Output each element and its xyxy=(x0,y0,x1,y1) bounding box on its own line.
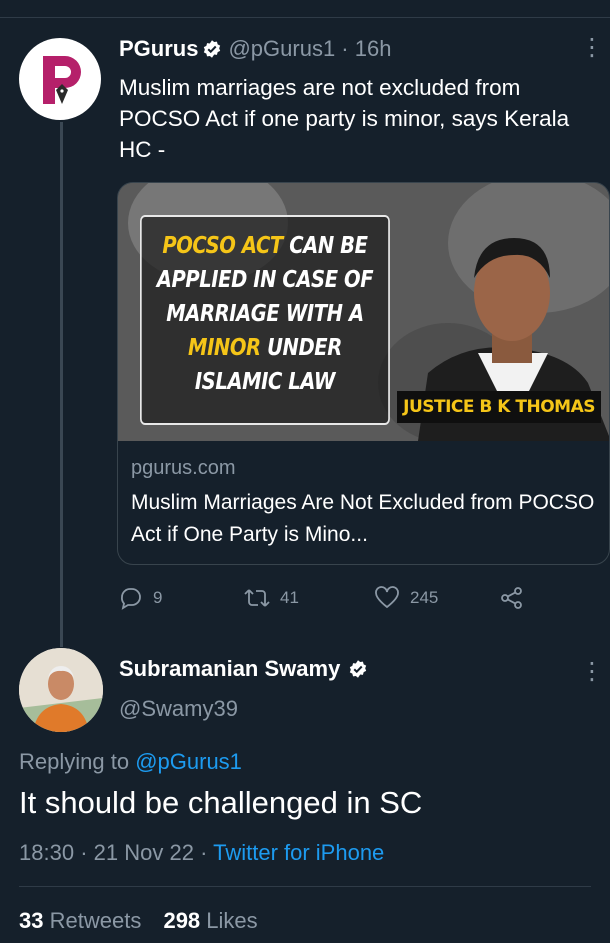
replying-prefix: Replying to xyxy=(19,749,130,774)
profile-photo xyxy=(19,648,103,732)
card-headline-box: POCSO ACT CAN BE APPLIED IN CASE OF MARR… xyxy=(140,215,390,425)
card-image: POCSO ACT CAN BE APPLIED IN CASE OF MARR… xyxy=(118,183,609,441)
pgurus-avatar[interactable] xyxy=(19,38,101,120)
share-icon xyxy=(501,587,522,609)
reply-button[interactable]: 9 xyxy=(119,586,162,610)
likes-stat[interactable]: 298 Likes xyxy=(163,908,257,933)
tweet2-source[interactable]: Twitter for iPhone xyxy=(213,840,384,865)
top-divider xyxy=(0,17,610,18)
retweets-count: 33 xyxy=(19,908,44,933)
reply-count: 9 xyxy=(153,588,163,607)
retweets-label: Retweets xyxy=(49,908,142,933)
tweet2-text: It should be challenged in SC xyxy=(19,785,423,820)
verified-badge-icon xyxy=(204,40,221,58)
tweet1-display-name[interactable]: PGurus xyxy=(119,36,198,62)
retweet-button[interactable]: 41 xyxy=(244,586,299,610)
tweet1-actions: 9 41 245 xyxy=(119,586,539,616)
tweet1-time[interactable]: 16h xyxy=(355,36,392,62)
more-icon[interactable]: ⋮ xyxy=(580,660,604,684)
retweet-icon xyxy=(244,589,270,607)
like-icon xyxy=(375,586,399,609)
tweet2-stats: 33 Retweets 298 Likes xyxy=(19,908,258,934)
retweet-count: 41 xyxy=(280,588,299,607)
tweet2-header: Subramanian Swamy xyxy=(119,656,374,682)
swamy-avatar[interactable] xyxy=(19,648,103,732)
tweet2-handle[interactable]: @Swamy39 xyxy=(119,696,238,722)
tweet1-text: Muslim marriages are not excluded from P… xyxy=(119,75,570,162)
tweet2-display-name[interactable]: Subramanian Swamy xyxy=(119,656,340,682)
stats-divider xyxy=(19,886,591,887)
dot-separator: · xyxy=(335,36,355,61)
link-card[interactable]: POCSO ACT CAN BE APPLIED IN CASE OF MARR… xyxy=(117,182,610,565)
like-button[interactable]: 245 xyxy=(374,586,438,610)
like-count: 245 xyxy=(410,588,439,607)
share-button[interactable] xyxy=(499,586,535,610)
replying-to: Replying to @pGurus1 xyxy=(19,749,242,775)
tweet2-meta: 18:30 · 21 Nov 22 · Twitter for iPhone xyxy=(19,840,384,866)
image-caption: JUSTICE B K THOMAS xyxy=(397,391,601,423)
thread-connector xyxy=(60,122,63,647)
tweet2-date[interactable]: 21 Nov 22 xyxy=(94,840,194,865)
tweet2-time[interactable]: 18:30 xyxy=(19,840,74,865)
retweets-stat[interactable]: 33 Retweets xyxy=(19,908,141,933)
dot-separator: · xyxy=(200,840,214,865)
tweet1-handle[interactable]: @pGurus1 xyxy=(228,36,335,62)
verified-badge-icon xyxy=(350,660,367,678)
likes-count: 298 xyxy=(163,908,201,933)
headline-part-1: POCSO ACT xyxy=(162,233,283,259)
card-domain: pgurus.com xyxy=(131,457,236,479)
reply-icon xyxy=(121,588,141,610)
pgurus-logo-icon xyxy=(43,56,81,104)
tweet1-header: PGurus @pGurus1 · 16h xyxy=(119,36,391,62)
replying-to-handle[interactable]: @pGurus1 xyxy=(135,749,242,774)
card-title: Muslim Marriages Are Not Excluded from P… xyxy=(131,491,595,546)
headline-part-3: MINOR xyxy=(188,335,261,361)
more-icon[interactable]: ⋮ xyxy=(580,36,604,60)
dot-separator: · xyxy=(80,840,94,865)
likes-label: Likes xyxy=(206,908,258,933)
